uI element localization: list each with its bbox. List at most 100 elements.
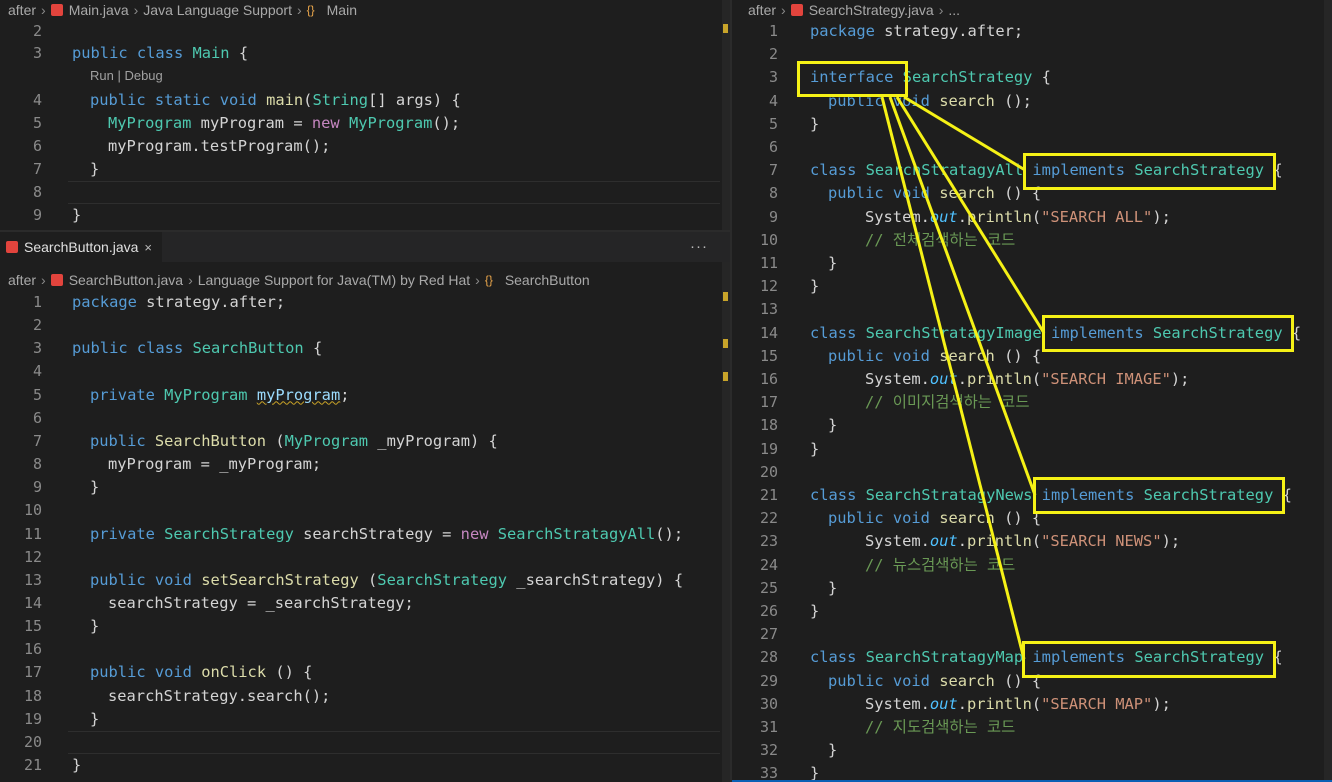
tab-bar: SearchButton.java × ··· [0,232,730,262]
code-line[interactable]: 21} [0,754,720,777]
code-line[interactable]: 9 System.out.println("SEARCH ALL"); [732,206,1322,229]
code-line[interactable]: 9} [0,476,720,499]
code-line[interactable]: 23 System.out.println("SEARCH NEWS"); [732,530,1322,553]
code-line[interactable]: 7} [0,158,720,181]
code-token: Main [192,44,239,62]
breadcrumb-file[interactable]: SearchButton.java [69,272,183,288]
code-token: SearchButton [192,339,313,358]
breadcrumb-folder[interactable]: after [748,2,776,18]
java-file-icon [50,4,63,16]
code-token: ); [1152,694,1171,713]
code-line[interactable]: 10 // 전체검색하는 코드 [732,229,1322,252]
breadcrumb-more[interactable]: ... [948,2,960,18]
line-number: 11 [23,524,42,543]
tab-searchbutton[interactable]: SearchButton.java × [0,232,162,262]
code-line[interactable]: 25} [732,577,1322,600]
code-line[interactable]: 32} [732,739,1322,762]
code-line[interactable]: 5 private MyProgram myProgram; [0,384,720,407]
code-token: SearchStratagyNews [865,486,1042,504]
breadcrumb-folder[interactable]: after [8,272,36,288]
code-line[interactable]: 2 [0,314,720,337]
code-line[interactable]: 4 [0,360,720,383]
code-line[interactable]: 24 // 뉴스검색하는 코드 [732,554,1322,577]
code-token: } [828,254,838,272]
code-line[interactable]: 18} [732,414,1322,437]
code-line[interactable]: 5} [732,113,1322,136]
line-number: 11 [759,254,778,272]
code-text: System.out.println("SEARCH NEWS"); [865,530,1180,553]
code-token: } [810,602,820,620]
line-number: 26 [759,602,778,620]
code-line[interactable]: 16 System.out.println("SEARCH IMAGE"); [732,368,1322,391]
code-token: public [90,663,155,682]
code-token: ); [1152,207,1171,226]
code-token: ); [1161,532,1181,551]
code-token: strategy.after; [884,22,1024,40]
code-token: [] args) { [368,91,461,109]
code-line[interactable]: 17 public void onClick () { [0,661,720,684]
code-line[interactable]: 31 // 지도검색하는 코드 [732,716,1322,739]
line-number: 32 [759,741,778,760]
line-number: 2 [768,45,778,64]
breadcrumb-folder[interactable]: after [8,2,36,18]
code-line[interactable]: 3 public class SearchButton { [0,337,720,360]
codelens-run-debug[interactable]: Run | Debug [90,68,163,83]
overview-ruler[interactable] [722,262,730,782]
breadcrumb-file[interactable]: SearchStrategy.java [809,2,934,18]
breadcrumb-extension[interactable]: Java Language Support [143,2,292,18]
code-token: ( [368,570,378,589]
code-line[interactable]: 26} [732,600,1322,623]
code-line[interactable]: 18 searchStrategy.search(); [0,685,720,708]
chevron-right-icon: › [938,2,944,18]
code-line[interactable]: 9} [0,204,720,227]
code-token: { [238,44,249,62]
code-token: } [90,617,100,636]
code-token: } [828,741,838,760]
code-line[interactable]: 17 // 이미지검색하는 코드 [732,391,1322,414]
code-line[interactable]: 6 [0,407,720,430]
line-number: 29 [759,671,778,690]
code-text: System.out.println("SEARCH ALL"); [865,206,1171,229]
breadcrumb-file[interactable]: Main.java [69,2,129,18]
code-line[interactable]: 30 System.out.println("SEARCH MAP"); [732,693,1322,716]
code-line[interactable]: 13 public void setSearchStrategy (SearchS… [0,569,720,592]
code-line[interactable]: 16 [0,638,720,661]
line-number: 13 [759,300,778,319]
code-line[interactable]: 4 public static void main(String[] args) … [0,89,720,112]
code-line[interactable]: 1 package strategy.after; [0,291,720,314]
more-actions-icon[interactable]: ··· [690,238,708,255]
code-token: } [828,578,838,597]
code-line[interactable]: 12 [0,546,720,569]
breadcrumb-symbol[interactable]: SearchButton [505,272,590,288]
breadcrumb-extension[interactable]: Language Support for Java(TM) by Red Hat [198,272,470,288]
code-line[interactable]: 19} [732,438,1322,461]
line-number: 7 [768,161,778,180]
editor-pane-searchbutton[interactable]: SearchButton.java × ··· after › SearchBut… [0,232,730,782]
code-line[interactable]: 11 private SearchStrategy searchStrategy … [0,523,720,546]
editor-pane-main[interactable]: after › Main.java › Java Language Support ›… [0,0,730,230]
code-line[interactable]: 6 myProgram.testProgram(); [0,135,720,158]
code-line[interactable]: 5 MyProgram myProgram = new MyProgram(); [0,112,720,135]
close-icon[interactable]: × [144,240,152,255]
code-token: println [966,207,1032,226]
code-line[interactable]: 14 searchStrategy = _searchStrategy; [0,592,720,615]
code-line[interactable]: 10 [0,499,720,522]
code-line[interactable]: 15} [0,615,720,638]
code-line[interactable]: 19} [0,708,720,731]
code-line[interactable]: 8 myProgram = _myProgram; [0,453,720,476]
code-text: System.out.println("SEARCH IMAGE"); [865,368,1189,391]
code-line[interactable]: 7 public SearchButton (MyProgram _myProgr… [0,430,720,453]
overview-ruler[interactable] [722,0,730,230]
code-text: public void onClick () { [90,661,312,684]
line-number: 25 [759,578,778,597]
code-line[interactable]: 2 [0,20,720,43]
code-line[interactable]: 12} [732,275,1322,298]
code-line[interactable]: 11} [732,252,1322,275]
overview-ruler[interactable] [1324,0,1332,782]
line-number: 2 [32,22,42,40]
code-line[interactable]: 3 public class Main { [0,42,720,65]
code-line[interactable]: 1 package strategy.after; [732,20,1322,43]
breadcrumb-symbol[interactable]: Main [327,2,357,18]
code-token: println [966,370,1032,388]
code-token: void [219,91,267,109]
